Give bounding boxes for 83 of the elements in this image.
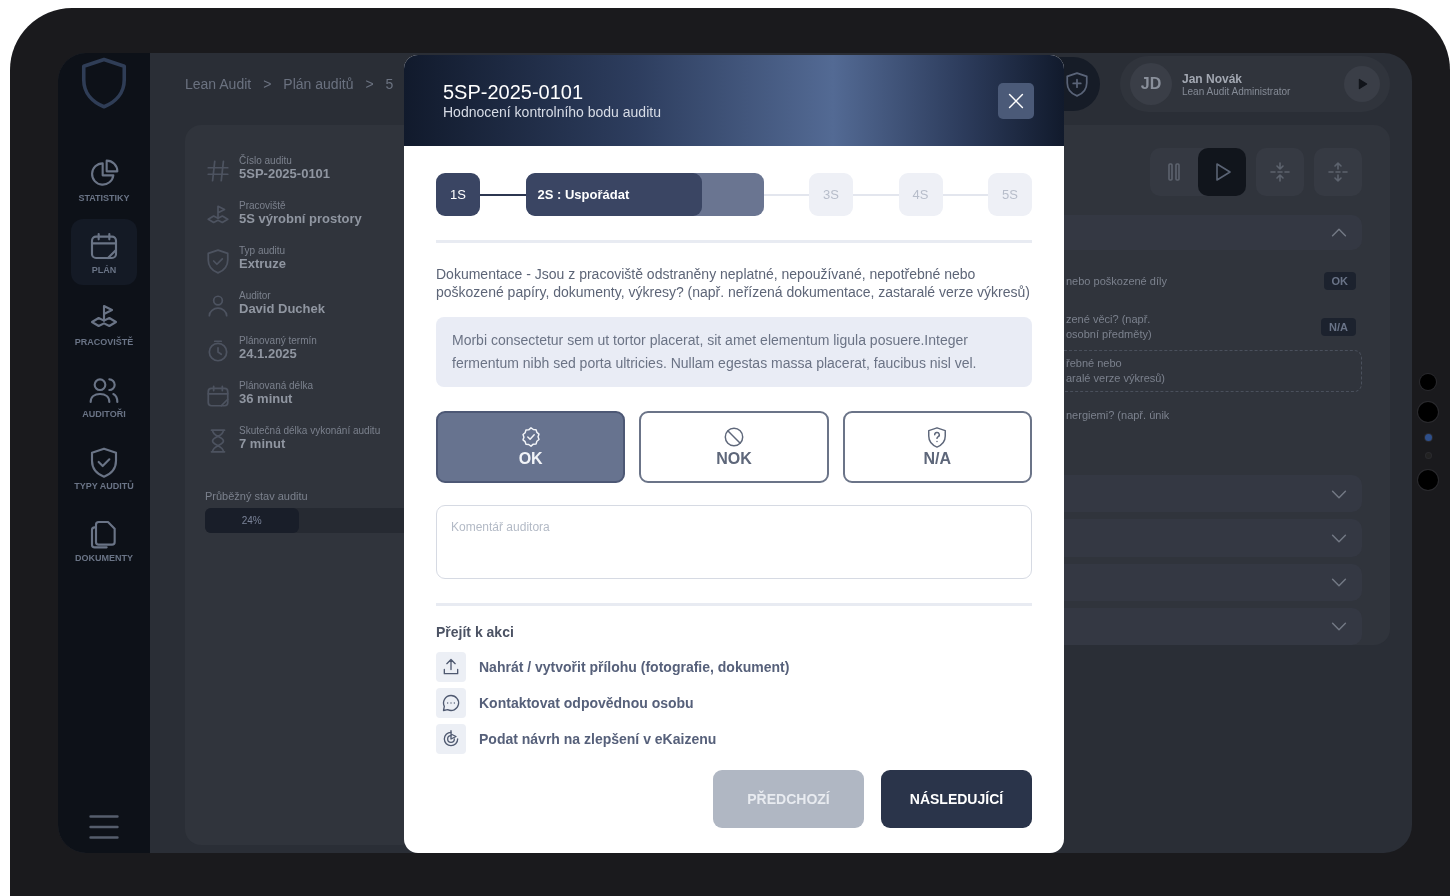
- modal-subtitle: Hodnocení kontrolního bodu auditu: [443, 104, 661, 120]
- section-header[interactable]: [1064, 563, 1362, 601]
- camera-dot: [1418, 402, 1438, 422]
- breadcrumb-separator: >: [365, 76, 374, 92]
- field-label: Auditor: [239, 290, 272, 301]
- section-header[interactable]: [1064, 519, 1362, 557]
- user-name: Jan Novák: [1182, 71, 1244, 86]
- breadcrumb-separator: >: [263, 76, 272, 92]
- checklist-text: osobní předměty): [1066, 327, 1152, 343]
- comment-field[interactable]: Komentář auditora: [436, 505, 1032, 579]
- field-label: Skutečná délka vykonání auditu: [239, 425, 381, 436]
- answer-button[interactable]: N/A: [842, 411, 1032, 483]
- shield-check-icon: [88, 445, 120, 478]
- action-icon-button[interactable]: [436, 652, 466, 682]
- field-label: Číslo auditu: [239, 155, 293, 166]
- result-badge: N/A: [1321, 318, 1356, 337]
- question-text: Dokumentace - Jsou z pracoviště odstraněny neplatné, nepoužívané, nepotřebné nebo poškozené papíry, dokumenty, výkresy? (např. neřízená dokumentace, zastaralé verze výkresů): [436, 265, 1031, 301]
- hash-icon: [205, 158, 231, 184]
- sidebar-item[interactable]: STATISTIKY: [71, 147, 137, 213]
- field-label: Typ auditu: [239, 245, 286, 256]
- chat-bubble-icon: [441, 693, 461, 713]
- sidebar-item[interactable]: DOKUMENTY: [71, 507, 137, 573]
- camera-dot: [1418, 470, 1438, 490]
- shield-question-icon: [926, 426, 949, 448]
- camera-dot: [1424, 434, 1432, 441]
- action-link[interactable]: Nahrát / vytvořit přílohu (fotografie, dokument): [479, 659, 790, 675]
- upload-icon: [441, 657, 461, 677]
- arrows-outward-icon: [1326, 160, 1350, 184]
- arrows-inward-icon: [1268, 160, 1292, 184]
- close-button[interactable]: [998, 82, 1034, 119]
- shield-plus-icon: [1064, 71, 1090, 97]
- section-header[interactable]: [1064, 215, 1362, 251]
- user-role: Lean Audit Administrator: [1182, 85, 1292, 97]
- modal-title: 5SP-2025-0101: [443, 81, 585, 104]
- checklist-text: nebo poškozené díly: [1066, 273, 1167, 289]
- user-menu-button[interactable]: [1344, 66, 1380, 102]
- collapse-all-button[interactable]: [1256, 148, 1304, 196]
- action-link[interactable]: Kontaktovat odpovědnou osobu: [479, 695, 694, 711]
- note-text: Morbi consectetur sem ut tortor placerat, sit amet elementum ligula posuere.Integer fermentum nibh sed porta ultricies. Nullam egestas massa placerat, faucibus nisl vel.: [436, 317, 1032, 387]
- checklist-text: nergiemi? (např. únik: [1066, 407, 1170, 423]
- field-value: 7 minut: [239, 436, 287, 451]
- section-header[interactable]: [1064, 607, 1362, 645]
- field-value: Extruze: [239, 256, 286, 271]
- field-value: David Duchek: [239, 301, 325, 316]
- field-label: Pracoviště: [239, 200, 287, 211]
- breadcrumb-link[interactable]: 5: [385, 76, 394, 92]
- shield-check-icon: [205, 248, 231, 274]
- field-value: 36 minut: [239, 391, 294, 406]
- check-badge-icon: [519, 426, 542, 448]
- checklist-text: řebné nebo: [1066, 356, 1123, 372]
- checklist-text: aralé verze výkresů): [1066, 371, 1166, 387]
- action-icon-button[interactable]: [436, 724, 466, 754]
- field-label: Plánovaná délka: [239, 380, 313, 391]
- prohibited-icon: [723, 426, 745, 448]
- field-value: 5S výrobní prostory: [239, 211, 362, 226]
- result-badge: OK: [1323, 272, 1356, 291]
- action-icon-button[interactable]: [436, 688, 466, 718]
- camera-dot: [1420, 374, 1436, 390]
- field-value: 24.1.2025: [239, 346, 298, 361]
- progress-label: Průběžný stav auditu: [205, 490, 309, 502]
- progress-reading: 24%: [241, 515, 262, 526]
- section-heading: Přejít k akci: [436, 624, 515, 640]
- play-button[interactable]: [1198, 148, 1246, 196]
- next-button[interactable]: NÁSLEDUJÍCÍ: [881, 770, 1032, 828]
- sidebar-item[interactable]: PRACOVIŠTĚ: [71, 291, 137, 357]
- checklist-text: zené věci? (např.: [1066, 312, 1152, 328]
- step-tab[interactable]: 2S : Uspořádat: [525, 173, 764, 216]
- sidebar-item[interactable]: TYPY AUDITŮ: [71, 435, 137, 501]
- field-value: 5SP-2025-0101: [239, 166, 331, 181]
- action-link[interactable]: Podat návrh na zlepšení v eKaizenu: [479, 731, 717, 747]
- breadcrumb-link[interactable]: Lean Audit: [185, 76, 252, 92]
- field-label: Plánovaný termín: [239, 335, 317, 346]
- sidebar-item[interactable]: PLÁN: [71, 219, 137, 285]
- answer-button[interactable]: OK: [436, 411, 626, 483]
- sidebar-item[interactable]: AUDITOŘI: [71, 363, 137, 429]
- expand-all-button[interactable]: [1314, 148, 1362, 196]
- breadcrumb-link[interactable]: Plán auditů: [283, 76, 354, 92]
- answer-button[interactable]: NOK: [639, 411, 829, 483]
- section-header[interactable]: [1064, 475, 1362, 513]
- calendar-icon: [205, 383, 231, 409]
- step-tab[interactable]: 1S: [436, 173, 480, 216]
- avatar: JD: [1130, 63, 1172, 105]
- target-flag-icon: [441, 729, 461, 749]
